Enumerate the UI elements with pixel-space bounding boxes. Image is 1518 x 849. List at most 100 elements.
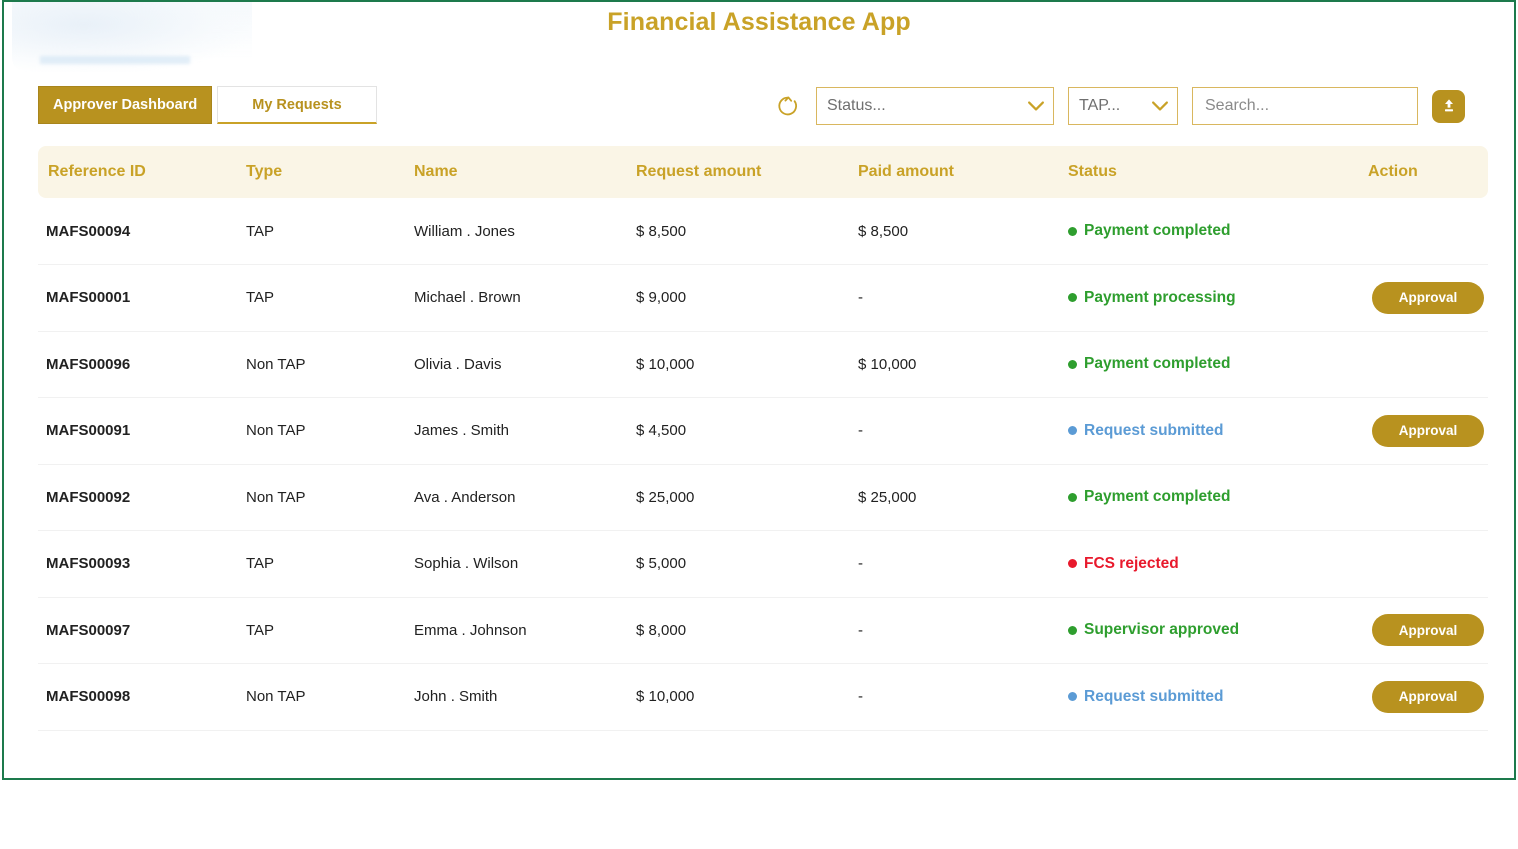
- cell-type: Non TAP: [238, 331, 406, 398]
- status-badge: Request submitted: [1068, 688, 1224, 706]
- cell-name: Sophia . Wilson: [406, 530, 628, 598]
- cell-status: Payment processing: [1060, 264, 1360, 332]
- cell-action: Approval: [1360, 597, 1488, 664]
- cell-request-amount: $ 8,000: [628, 597, 850, 664]
- cell-action: [1360, 530, 1488, 598]
- table-row[interactable]: MAFS00096 Non TAP Olivia . Davis $ 10,000 $ …: [38, 331, 1488, 398]
- table-row[interactable]: MAFS00098 Non TAP John . Smith $ 10,000- Req…: [38, 663, 1488, 731]
- cell-action: [1360, 331, 1488, 398]
- cell-name: Ava . Anderson: [406, 464, 628, 531]
- cell-name: James . Smith: [406, 397, 628, 465]
- status-dot-icon: [1068, 492, 1077, 502]
- status-filter-select[interactable]: Status...: [816, 87, 1054, 125]
- page-title: Financial Assistance App: [607, 8, 911, 36]
- cell-type: TAP: [238, 264, 406, 332]
- type-filter-select[interactable]: TAP...: [1068, 87, 1178, 125]
- table-row[interactable]: MAFS00094 TAP William . Jones $ 8,500 $ 8,50…: [38, 198, 1488, 265]
- column-header-reference-id: Reference ID: [38, 146, 238, 198]
- status-label: FCS rejected: [1084, 554, 1179, 572]
- table-row[interactable]: MAFS00097 TAP Emma . Johnson $ 8,000- Superv…: [38, 597, 1488, 664]
- tab-approver-dashboard-label: Approver Dashboard: [53, 97, 198, 113]
- cell-paid-amount: $ 8,500: [850, 198, 1060, 265]
- cell-status: Payment completed: [1060, 464, 1360, 531]
- cell-reference-id: MAFS00092: [38, 464, 238, 531]
- status-label: Payment completed: [1084, 222, 1231, 239]
- status-label: Payment processing: [1084, 288, 1236, 306]
- cell-request-amount: $ 10,000: [628, 331, 850, 398]
- approval-button[interactable]: Approval: [1372, 281, 1484, 314]
- cell-type: TAP: [238, 530, 406, 598]
- status-dot-icon: [1068, 559, 1077, 569]
- search-field[interactable]: [1192, 87, 1418, 125]
- cell-status: Request submitted: [1060, 663, 1360, 731]
- toolbar: Status... TAP...: [774, 86, 1465, 126]
- cell-reference-id: MAFS00097: [38, 597, 238, 664]
- cell-action: [1360, 198, 1488, 265]
- column-header-request-amount: Request amount: [628, 146, 850, 198]
- upload-button[interactable]: [1432, 89, 1465, 123]
- cell-paid-amount: -: [850, 530, 1060, 598]
- chevron-down-icon: [1152, 101, 1168, 111]
- cell-paid-amount: -: [850, 397, 1060, 465]
- cell-status: Payment completed: [1060, 331, 1360, 398]
- tab-bar: Approver Dashboard My Requests: [38, 86, 377, 124]
- search-input[interactable]: [1203, 96, 1407, 116]
- cell-action: Approval: [1360, 397, 1488, 465]
- cell-name: John . Smith: [406, 663, 628, 731]
- status-label: Request submitted: [1084, 687, 1224, 705]
- cell-request-amount: $ 25,000: [628, 464, 850, 531]
- app-frame: Financial Assistance App Approver Dashbo…: [2, 0, 1516, 780]
- cell-status: Supervisor approved: [1060, 597, 1360, 664]
- status-badge: Payment completed: [1068, 222, 1230, 240]
- cell-reference-id: MAFS00001: [38, 264, 238, 332]
- cell-request-amount: $ 9,000: [628, 264, 850, 332]
- cell-reference-id: MAFS00091: [38, 397, 238, 465]
- cell-name: Emma . Johnson: [406, 597, 628, 664]
- tab-my-requests[interactable]: My Requests: [217, 86, 377, 124]
- column-header-status: Status: [1060, 146, 1360, 198]
- cell-paid-amount: -: [850, 597, 1060, 664]
- cell-status: FCS rejected: [1060, 530, 1360, 598]
- status-badge: Payment completed: [1068, 355, 1230, 373]
- status-filter-label: Status...: [827, 97, 886, 114]
- cell-reference-id: MAFS00098: [38, 663, 238, 731]
- status-label: Payment completed: [1084, 488, 1231, 506]
- cell-type: Non TAP: [238, 663, 406, 731]
- approval-button[interactable]: Approval: [1372, 614, 1484, 647]
- approval-button[interactable]: Approval: [1372, 680, 1484, 713]
- cell-request-amount: $ 4,500: [628, 397, 850, 465]
- cell-action: Approval: [1360, 264, 1488, 332]
- cell-request-amount: $ 5,000: [628, 530, 850, 598]
- table-footer-spacer: [38, 731, 1488, 775]
- column-header-action: Action: [1360, 146, 1488, 198]
- table-body: MAFS00094 TAP William . Jones $ 8,500 $ 8,50…: [38, 198, 1488, 731]
- upload-icon: [1444, 99, 1453, 112]
- approval-button[interactable]: Approval: [1372, 414, 1484, 447]
- cell-status: Request submitted: [1060, 397, 1360, 465]
- cell-action: [1360, 464, 1488, 531]
- cell-request-amount: $ 10,000: [628, 663, 850, 731]
- status-badge: Payment completed: [1068, 488, 1230, 506]
- status-badge: Supervisor approved: [1068, 621, 1239, 639]
- cell-paid-amount: $ 10,000: [850, 331, 1060, 398]
- table-row[interactable]: MAFS00093 TAP Sophia . Wilson $ 5,000- FCS r…: [38, 530, 1488, 598]
- table-row[interactable]: MAFS00091 Non TAP James . Smith $ 4,500- Req…: [38, 397, 1488, 465]
- refresh-button[interactable]: [774, 92, 802, 120]
- status-badge: Request submitted: [1068, 422, 1224, 440]
- status-dot-icon: [1068, 226, 1077, 236]
- table-row[interactable]: MAFS00001 TAP Michael . Brown $ 9,000- Payme…: [38, 264, 1488, 332]
- type-filter-label: TAP...: [1079, 97, 1121, 114]
- tab-approver-dashboard[interactable]: Approver Dashboard: [38, 86, 213, 124]
- cell-name: Michael . Brown: [406, 264, 628, 332]
- status-dot-icon: [1068, 359, 1077, 369]
- cell-action: Approval: [1360, 663, 1488, 731]
- cell-reference-id: MAFS00094: [38, 198, 238, 265]
- column-header-paid-amount: Paid amount: [850, 146, 1060, 198]
- cell-type: TAP: [238, 198, 406, 265]
- status-badge: FCS rejected: [1068, 555, 1179, 573]
- status-dot-icon: [1068, 293, 1077, 303]
- column-header-type: Type: [238, 146, 406, 198]
- table-row[interactable]: MAFS00092 Non TAP Ava . Anderson $ 25,000 $ …: [38, 464, 1488, 531]
- cell-status: Payment completed: [1060, 198, 1360, 265]
- requests-table: Reference ID Type Name Request amount Pa…: [38, 146, 1488, 775]
